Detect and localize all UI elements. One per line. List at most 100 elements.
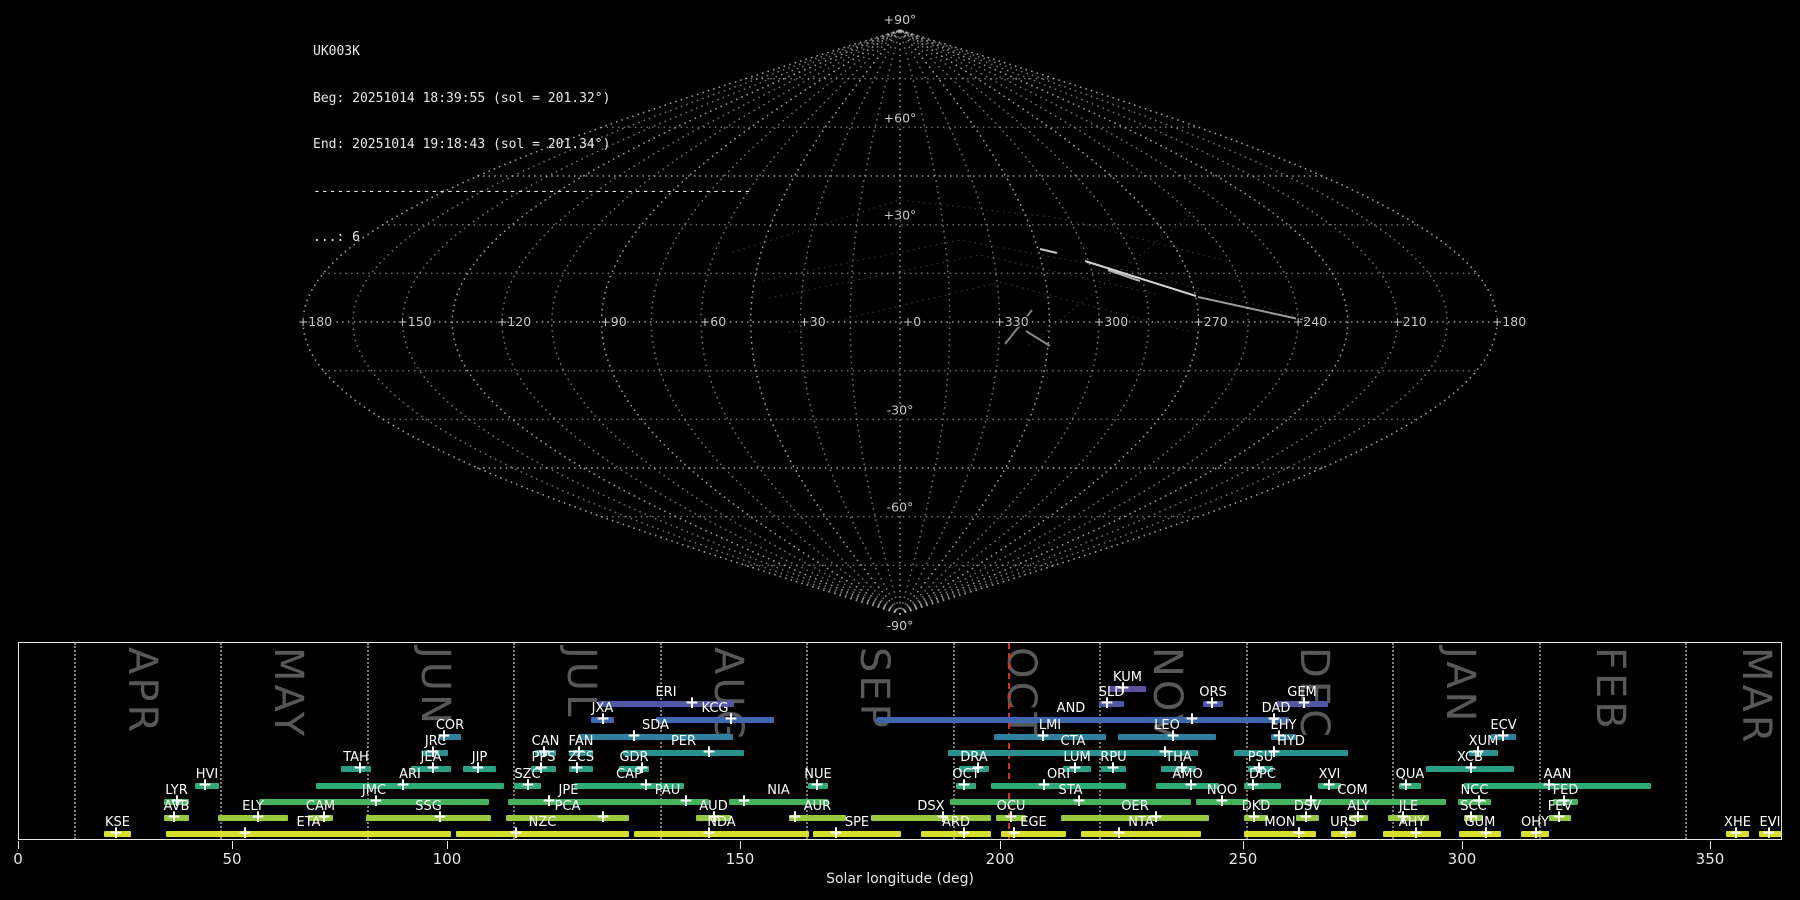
shower-bar	[813, 831, 901, 837]
declination-label: -30°	[887, 402, 914, 417]
shower-peak-marker: +	[1006, 823, 1022, 843]
station-id: UK003K	[313, 44, 360, 59]
month-boundary-line	[1539, 643, 1541, 839]
month-boundary-line	[953, 643, 955, 839]
shower-bar	[871, 815, 991, 821]
shower-peak-marker: +	[352, 758, 368, 778]
axis-tick	[18, 841, 19, 849]
longitude-label: +240	[1293, 314, 1327, 329]
longitude-label: +30	[799, 314, 825, 329]
shower-peak-marker: +	[166, 807, 182, 827]
shower-bar	[877, 717, 1265, 723]
axis-tick	[1462, 841, 1463, 849]
longitude-label: +330	[994, 314, 1028, 329]
x-axis-title: Solar longitude (deg)	[826, 871, 974, 887]
axis-tick-label: 150	[725, 850, 755, 868]
shower-code-label: CTA	[1060, 734, 1086, 749]
month-label: FEB	[1587, 647, 1633, 732]
longitude-label: +180	[298, 314, 332, 329]
shower-peak-marker: +	[1291, 823, 1307, 843]
shower-peak-marker: +	[237, 823, 253, 843]
axis-tick-label: 0	[13, 850, 23, 868]
meteor-count: ...: 6	[313, 230, 360, 245]
axis-tick	[740, 841, 741, 849]
pole-label-north: +90°	[884, 12, 917, 27]
meteor-trail	[1084, 260, 1197, 297]
axis-tick	[1000, 841, 1001, 849]
longitude-label: +120	[497, 314, 531, 329]
shower-peak-marker: +	[701, 823, 717, 843]
shower-peak-marker: +	[569, 758, 585, 778]
month-boundary-line	[1099, 643, 1101, 839]
shower-peak-marker: +	[1296, 693, 1312, 713]
month-boundary-line	[1392, 643, 1394, 839]
shower-peak-marker: +	[1408, 823, 1424, 843]
shower-bar	[626, 799, 709, 805]
shower-code-label: PER	[670, 734, 697, 749]
shower-peak-marker: +	[1184, 709, 1200, 729]
shower-peak-marker: +	[1035, 726, 1051, 746]
month-label: JAN	[1437, 647, 1483, 725]
shower-code-label: SPE	[844, 815, 870, 830]
shower-peak-marker: +	[956, 775, 972, 795]
shower-peak-marker: +	[1761, 823, 1777, 843]
month-label: JUN	[412, 647, 458, 727]
month-boundary-line	[1685, 643, 1687, 839]
shower-peak-marker: +	[723, 709, 739, 729]
shower-peak-marker: +	[395, 775, 411, 795]
axis-tick-label: 300	[1447, 850, 1477, 868]
longitude-label: +270	[1193, 314, 1227, 329]
axis-tick-label: 250	[1228, 850, 1258, 868]
shower-peak-marker: +	[1105, 758, 1121, 778]
shower-peak-marker: +	[787, 807, 803, 827]
shower-bar	[578, 734, 733, 740]
longitude-label: +0	[903, 314, 921, 329]
session-begin: Beg: 20251014 18:39:55 (sol = 201.32°)	[313, 90, 611, 106]
shower-peak-marker: +	[1245, 775, 1261, 795]
shower-code-label: COM	[1337, 783, 1368, 798]
shower-peak-marker: +	[595, 807, 611, 827]
shower-code-label: ERI	[655, 685, 677, 700]
shower-peak-marker: +	[1214, 791, 1230, 811]
meteor-trail	[1107, 269, 1141, 282]
shower-peak-marker: +	[1204, 693, 1220, 713]
session-info: UK003K Beg: 20251014 18:39:55 (sol = 201…	[313, 13, 751, 277]
shower-peak-marker: +	[432, 807, 448, 827]
month-label: AUG	[705, 647, 751, 744]
shower-peak-marker: +	[1321, 775, 1337, 795]
shower-bar	[656, 717, 774, 723]
shower-bar	[950, 799, 1191, 805]
shower-peak-marker: +	[1183, 775, 1199, 795]
shower-peak-marker: +	[828, 823, 844, 843]
longitude-label: +150	[397, 314, 431, 329]
shower-peak-marker: +	[1551, 807, 1567, 827]
shower-code-label: OER	[1121, 799, 1149, 814]
shower-peak-marker: +	[250, 807, 266, 827]
shower-peak-marker: +	[678, 791, 694, 811]
shower-peak-marker: +	[197, 775, 213, 795]
shower-code-label: NTA	[1128, 815, 1154, 830]
shower-peak-marker: +	[956, 823, 972, 843]
shower-peak-marker: +	[1338, 823, 1354, 843]
declination-label: +60°	[884, 110, 917, 125]
shower-peak-marker: +	[701, 742, 717, 762]
shower-peak-marker: +	[1528, 823, 1544, 843]
shower-timeline-chart: APR MAY JUN JUL AUG SEP OCT NOV DEC JAN FEB MAR KUM +…	[18, 642, 1782, 843]
axis-tick-label: 50	[222, 850, 242, 868]
shower-code-label: SDA	[642, 718, 669, 733]
shower-code-label: HYD	[1277, 734, 1305, 749]
faint-reference-arc	[769, 254, 1161, 299]
longitude-label: +210	[1392, 314, 1426, 329]
shower-peak-marker: +	[595, 709, 611, 729]
shower-peak-marker: +	[425, 758, 441, 778]
axis-tick	[447, 841, 448, 849]
shower-peak-marker: +	[638, 775, 654, 795]
month-label: MAY	[265, 647, 311, 740]
shower-peak-marker: +	[508, 823, 524, 843]
month-boundary-line	[660, 643, 662, 839]
shower-peak-marker: +	[1036, 775, 1052, 795]
longitude-label: +60	[700, 314, 726, 329]
shower-peak-marker: +	[1246, 807, 1262, 827]
axis-tick-label: 200	[985, 850, 1015, 868]
session-end: End: 20251014 19:18:43 (sol = 201.34°)	[313, 137, 611, 152]
